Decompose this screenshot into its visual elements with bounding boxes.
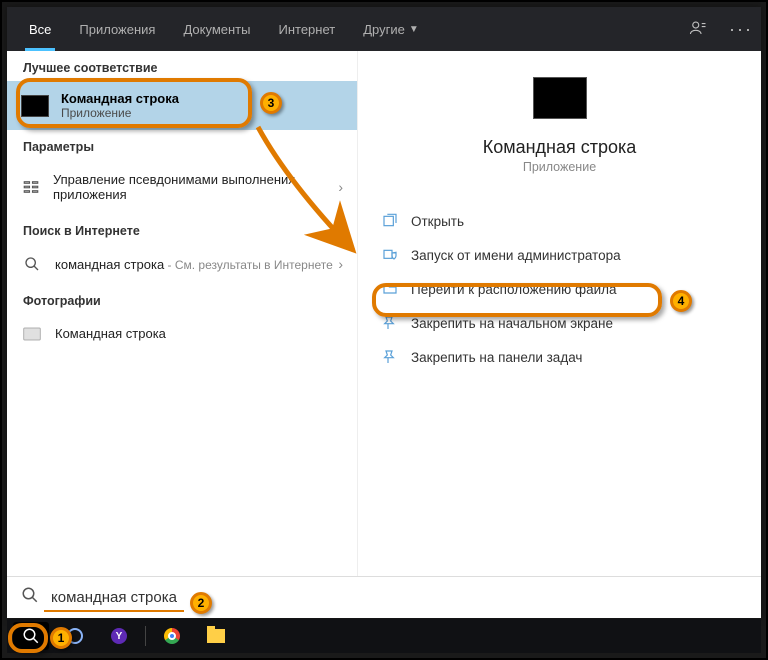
cmd-large-thumbnail-icon: [533, 77, 587, 119]
taskbar-search-button[interactable]: [13, 622, 49, 650]
action-run-as-admin[interactable]: Запуск от имени администратора: [368, 238, 751, 272]
action-pin-start[interactable]: Закрепить на начальном экране: [368, 306, 751, 340]
web-search-item[interactable]: командная строка - См. результаты в Инте…: [7, 244, 357, 284]
search-icon: [21, 586, 39, 609]
more-options-icon[interactable]: ···: [729, 19, 753, 40]
settings-list-icon: [21, 178, 41, 196]
best-match-item[interactable]: Командная строка Приложение: [7, 81, 357, 130]
action-pin-start-label: Закрепить на начальном экране: [411, 316, 613, 331]
chevron-right-icon: ›: [338, 179, 343, 195]
action-open-label: Открыть: [411, 214, 464, 229]
web-item-title: командная строка: [55, 257, 164, 272]
taskbar: Y: [7, 619, 761, 653]
taskbar-app-chrome[interactable]: [154, 622, 190, 650]
pin-taskbar-icon: [382, 349, 400, 365]
feedback-icon[interactable]: [689, 19, 707, 40]
taskbar-app-cortana[interactable]: [57, 622, 93, 650]
cmd-thumbnail-icon: [21, 95, 49, 117]
results-pane: Лучшее соответствие Командная строка При…: [7, 51, 357, 576]
tab-internet[interactable]: Интернет: [264, 7, 349, 51]
preview-title: Командная строка: [483, 137, 637, 158]
open-icon: [382, 213, 400, 229]
action-file-location[interactable]: Перейти к расположению файла: [368, 272, 751, 306]
photos-item-label: Командная строка: [55, 326, 166, 341]
search-icon: [21, 256, 43, 272]
search-bar: [7, 576, 761, 618]
action-open[interactable]: Открыть: [368, 204, 751, 238]
tab-all[interactable]: Все: [15, 7, 65, 51]
chevron-down-icon: ▼: [409, 24, 419, 35]
preview-subtitle: Приложение: [523, 160, 596, 174]
section-best-match: Лучшее соответствие: [7, 51, 357, 81]
taskbar-app-yandex[interactable]: Y: [101, 622, 137, 650]
action-file-location-label: Перейти к расположению файла: [411, 282, 617, 297]
section-web: Поиск в Интернете: [7, 214, 357, 244]
action-run-as-admin-label: Запуск от имени администратора: [411, 248, 621, 263]
tab-more[interactable]: Другие ▼: [349, 7, 433, 51]
folder-location-icon: [382, 281, 400, 297]
section-settings: Параметры: [7, 130, 357, 160]
search-tabs-bar: Все Приложения Документы Интернет Другие…: [7, 7, 761, 51]
shield-admin-icon: [382, 247, 400, 263]
section-photos: Фотографии: [7, 284, 357, 314]
action-pin-taskbar[interactable]: Закрепить на панели задач: [368, 340, 751, 374]
pin-start-icon: [382, 315, 400, 331]
action-pin-taskbar-label: Закрепить на панели задач: [411, 350, 582, 365]
tab-apps[interactable]: Приложения: [65, 7, 169, 51]
search-input[interactable]: [51, 589, 747, 606]
best-match-title: Командная строка: [61, 91, 179, 106]
tab-more-label: Другие: [363, 22, 405, 37]
image-icon: [21, 327, 43, 341]
settings-item-label: Управление псевдонимами выполнения прило…: [53, 172, 343, 202]
web-item-subtitle: - См. результаты в Интернете: [164, 258, 333, 272]
photos-item[interactable]: Командная строка: [7, 314, 357, 353]
taskbar-app-explorer[interactable]: [198, 622, 234, 650]
tab-documents[interactable]: Документы: [169, 7, 264, 51]
settings-item-alias[interactable]: Управление псевдонимами выполнения прило…: [7, 160, 357, 214]
chevron-right-icon: ›: [338, 256, 343, 272]
best-match-subtitle: Приложение: [61, 106, 179, 120]
preview-pane: Командная строка Приложение Открыть Запу…: [357, 51, 761, 576]
